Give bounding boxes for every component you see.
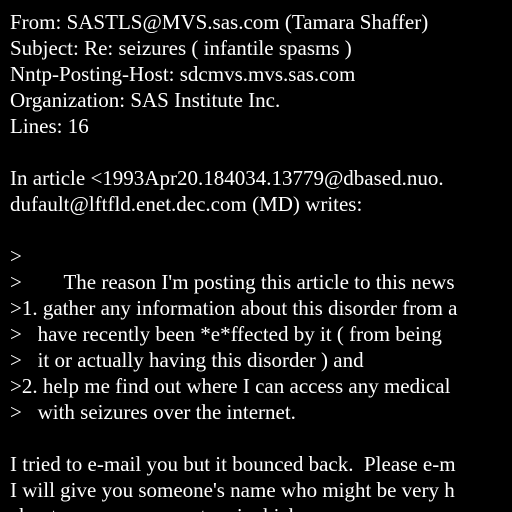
message-body: From: SASTLS@MVS.sas.com (Tamara Shaffer… [10,9,512,512]
quoted-line: > have recently been *e*ffected by it ( … [10,322,448,346]
document-page: From: SASTLS@MVS.sas.com (Tamara Shaffer… [0,0,512,512]
quoted-line: > The reason I'm posting this article to… [10,270,455,294]
reply-line: I will give you someone's name who might… [10,478,455,502]
quoted-line: >2. help me find out where I can access … [10,374,451,398]
quoted-line: > [10,244,22,268]
quoted-line: >1. gather any information about this di… [10,296,458,320]
attribution-line: In article <1993Apr20.184034.13779@dbase… [10,166,444,190]
reply-line: I tried to e-mail you but it bounced bac… [10,452,456,476]
header-nntp-host-line: Nntp-Posting-Host: sdcmvs.mvs.sas.com [10,62,356,86]
quoted-line: > it or actually having this disorder ) … [10,348,364,372]
header-organization-line: Organization: SAS Institute Inc. [10,88,281,112]
header-from-line: From: SASTLS@MVS.sas.com (Tamara Shaffer… [10,10,429,34]
quoted-line: > with seizures over the internet. [10,400,296,424]
header-lines-line: Lines: 16 [10,114,89,138]
reply-line-partial: about your concerns, at ami which [10,503,512,512]
attribution-line: dufault@lftfld.enet.dec.com (MD) writes: [10,192,363,216]
header-subject-line: Subject: Re: seizures ( infantile spasms… [10,36,352,60]
